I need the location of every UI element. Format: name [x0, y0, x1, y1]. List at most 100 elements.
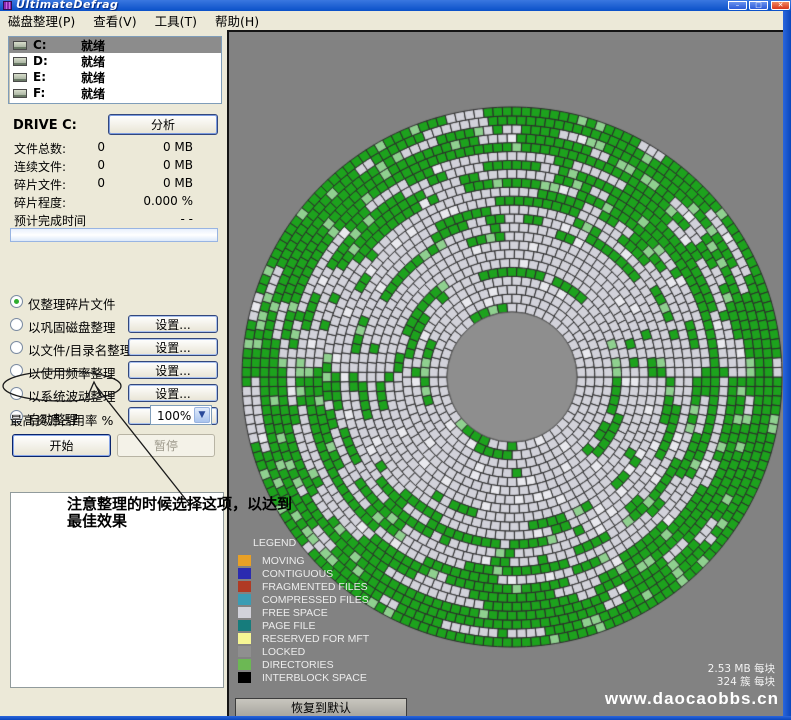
radio-frequency[interactable] [10, 364, 23, 377]
analyze-button[interactable]: 分析 [108, 114, 218, 135]
locked-swatch [238, 646, 251, 657]
restore-default-button[interactable]: 恢复到默认 [235, 698, 407, 717]
drive-status: 就绪 [81, 69, 105, 86]
radio-fragmented-only[interactable] [10, 295, 23, 308]
control-panel: C: 就绪 D: 就绪 E: 就绪 F: 就绪 DRIVE C: 分析 文件总数… [0, 30, 227, 720]
drive-row-c[interactable]: C: 就绪 [9, 37, 221, 53]
menu-tools[interactable]: 工具(T) [146, 9, 206, 32]
legend-label: DIRECTORIES [262, 659, 334, 671]
drive-icon [13, 57, 27, 66]
option-label[interactable]: 仅整理碎片文件 [28, 294, 116, 313]
drive-name: D: [33, 54, 73, 68]
stat-size: 0 MB [110, 158, 193, 172]
settings-button-frequency[interactable]: 设置... [128, 361, 218, 379]
compressed-swatch [238, 594, 251, 605]
drive-status: 就绪 [81, 37, 105, 54]
legend-label: LOCKED [262, 646, 305, 658]
option-frequency: 以使用频率整理 设置... [0, 361, 227, 381]
block-size-text: 2.53 MB 每块 [708, 663, 775, 676]
option-filename: 以文件/目录名整理 设置... [0, 338, 227, 358]
option-label[interactable]: 以系统波动整理 [28, 386, 116, 405]
radio-filename[interactable] [10, 341, 23, 354]
legend-row-contiguous: CONTIGUOUS [238, 568, 369, 579]
option-fragmented-only: 仅整理碎片文件 [0, 292, 227, 312]
legend-title: LEGEND [253, 537, 369, 549]
drive-name: E: [33, 70, 73, 84]
mft-swatch [238, 633, 251, 644]
interblock-swatch [238, 672, 251, 683]
chevron-down-icon[interactable]: ▼ [194, 407, 210, 423]
option-label[interactable]: 以文件/目录名整理 [28, 340, 132, 359]
legend-row-mft: RESERVED FOR MFT [238, 633, 369, 644]
close-button[interactable]: ✕ [771, 1, 790, 10]
drive-name: C: [33, 38, 73, 52]
drive-status: 就绪 [81, 85, 105, 102]
dropdown-value: 100% [157, 409, 191, 423]
moving-swatch [238, 555, 251, 566]
legend-label: INTERBLOCK SPACE [262, 672, 367, 684]
progress-bar [10, 228, 218, 242]
settings-button-consolidate[interactable]: 设置... [128, 315, 218, 333]
legend-label: FRAGMENTED FILES [262, 581, 368, 593]
legend-row-directories: DIRECTORIES [238, 659, 369, 670]
watermark-text: www.daocaobbs.cn [605, 689, 779, 709]
stat-count: 0 [55, 140, 105, 154]
legend-label: CONTIGUOUS [262, 568, 333, 580]
menu-disk-defrag[interactable]: 磁盘整理(P) [0, 9, 84, 32]
resource-usage-dropdown[interactable]: 100% ▼ [150, 405, 212, 425]
drive-icon [13, 41, 27, 50]
menu-help[interactable]: 帮助(H) [206, 9, 268, 32]
disk-panel: LEGEND MOVING CONTIGUOUS FRAGMENTED FILE… [227, 30, 783, 716]
menu-view[interactable]: 查看(V) [84, 9, 145, 32]
legend-row-page-file: PAGE FILE [238, 620, 369, 631]
window-right-border [783, 11, 791, 716]
drive-row-f[interactable]: F: 就绪 [9, 85, 221, 101]
legend-label: RESERVED FOR MFT [262, 633, 369, 645]
legend-row-free-space: FREE SPACE [238, 607, 369, 618]
window-bottom-border [0, 716, 791, 720]
legend-row-compressed: COMPRESSED FILES [238, 594, 369, 605]
stat-fragmented-files: 碎片文件: 0 0 MB [0, 176, 227, 193]
legend-label: COMPRESSED FILES [262, 594, 369, 606]
option-volatility: 以系统波动整理 设置... [0, 384, 227, 404]
option-label[interactable]: 以巩固磁盘整理 [28, 317, 116, 336]
legend-row-locked: LOCKED [238, 646, 369, 657]
radio-consolidate[interactable] [10, 318, 23, 331]
directories-swatch [238, 659, 251, 670]
legend: LEGEND MOVING CONTIGUOUS FRAGMENTED FILE… [238, 537, 369, 685]
drive-icon [13, 89, 27, 98]
drive-status: 就绪 [81, 53, 105, 70]
stat-label: 碎片程度: [14, 194, 66, 211]
contiguous-swatch [238, 568, 251, 579]
drive-row-d[interactable]: D: 就绪 [9, 53, 221, 69]
stat-fragmentation: 碎片程度: 0.000 % [0, 194, 227, 211]
menu-bar: 磁盘整理(P) 查看(V) 工具(T) 帮助(H) [0, 11, 791, 30]
stat-total-files: 文件总数: 0 0 MB [0, 140, 227, 157]
minimize-button[interactable]: – [728, 1, 747, 10]
drive-name: F: [33, 86, 73, 100]
settings-button-volatility[interactable]: 设置... [128, 384, 218, 402]
start-button[interactable]: 开始 [12, 434, 111, 457]
maximize-button[interactable]: □ [749, 1, 768, 10]
drive-row-e[interactable]: E: 就绪 [9, 69, 221, 85]
resource-usage-label: 最高资源占用率 % [10, 410, 113, 429]
stat-count: 0 [55, 176, 105, 190]
info-panel [10, 492, 224, 688]
stat-size: - - [110, 212, 193, 226]
stat-size: 0 MB [110, 176, 193, 190]
pause-button[interactable]: 暂停 [117, 434, 215, 457]
legend-row-fragmented: FRAGMENTED FILES [238, 581, 369, 592]
stat-contiguous-files: 连续文件: 0 0 MB [0, 158, 227, 175]
legend-label: FREE SPACE [262, 607, 328, 619]
drive-list: C: 就绪 D: 就绪 E: 就绪 F: 就绪 [8, 36, 222, 104]
stat-size: 0 MB [110, 140, 193, 154]
radio-volatility[interactable] [10, 387, 23, 400]
option-label[interactable]: 以使用频率整理 [28, 363, 116, 382]
free-space-swatch [238, 607, 251, 618]
settings-button-filename[interactable]: 设置... [128, 338, 218, 356]
stat-size: 0.000 % [110, 194, 193, 208]
stat-count: 0 [55, 158, 105, 172]
drive-title: DRIVE C: [13, 118, 77, 133]
fragmented-swatch [238, 581, 251, 592]
legend-row-interblock: INTERBLOCK SPACE [238, 672, 369, 683]
